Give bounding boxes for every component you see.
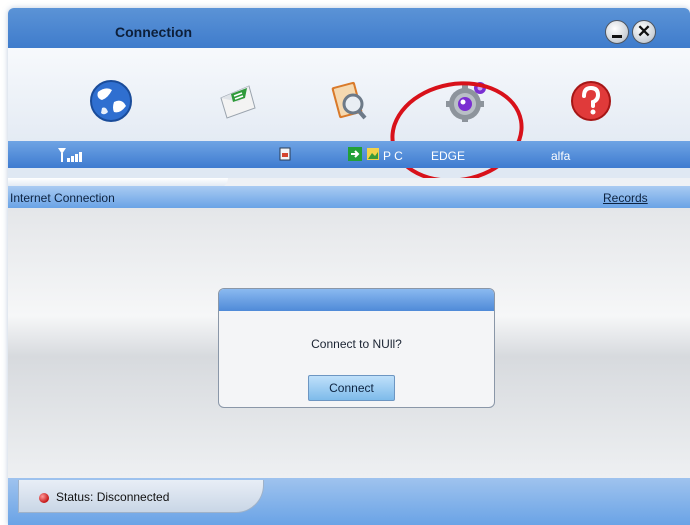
- status-text: Status: Disconnected: [56, 490, 170, 504]
- close-icon: ✕: [636, 22, 652, 41]
- pc-link-icon: [348, 147, 362, 161]
- globe-icon[interactable]: [88, 78, 134, 124]
- status-tab: Status: Disconnected: [18, 480, 264, 513]
- operator-name: alfa: [551, 149, 571, 163]
- title-bar: Connection ✕: [8, 8, 690, 48]
- mail-icon[interactable]: [215, 78, 261, 124]
- internet-connection-panel: Internet Connection Records Connect to N…: [8, 178, 690, 478]
- window-title: Connection: [115, 24, 192, 40]
- status-bar: Status: Disconnected: [8, 478, 690, 525]
- toolbar: [8, 48, 690, 193]
- signal-strength-icon: [58, 148, 82, 162]
- app-window: Connection ✕ P C EDGE alfa Internet Conn…: [8, 8, 690, 525]
- close-button[interactable]: ✕: [632, 20, 656, 44]
- panel-title: Internet Connection: [10, 191, 115, 205]
- help-icon[interactable]: [568, 78, 614, 124]
- panel-header: Internet Connection Records: [8, 186, 690, 208]
- status-indicator-icon: [39, 493, 49, 503]
- panel-body: Connect to NUll? Connect: [8, 208, 690, 478]
- pc-label: P C: [383, 149, 403, 163]
- connection-status-strip: P C EDGE alfa: [8, 141, 690, 168]
- connect-dialog: Connect to NUll? Connect: [218, 288, 495, 408]
- annotation-circle: [382, 71, 532, 193]
- records-link[interactable]: Records: [603, 191, 648, 205]
- network-type: EDGE: [431, 149, 466, 163]
- dialog-title-bar: [219, 289, 494, 311]
- pc-mode-icon: [367, 148, 379, 160]
- minimize-button[interactable]: [605, 20, 629, 44]
- dialog-message: Connect to NUll?: [311, 337, 402, 351]
- connect-button[interactable]: Connect: [308, 375, 395, 401]
- sim-card-icon: [279, 147, 291, 161]
- contacts-book-icon[interactable]: [325, 78, 371, 124]
